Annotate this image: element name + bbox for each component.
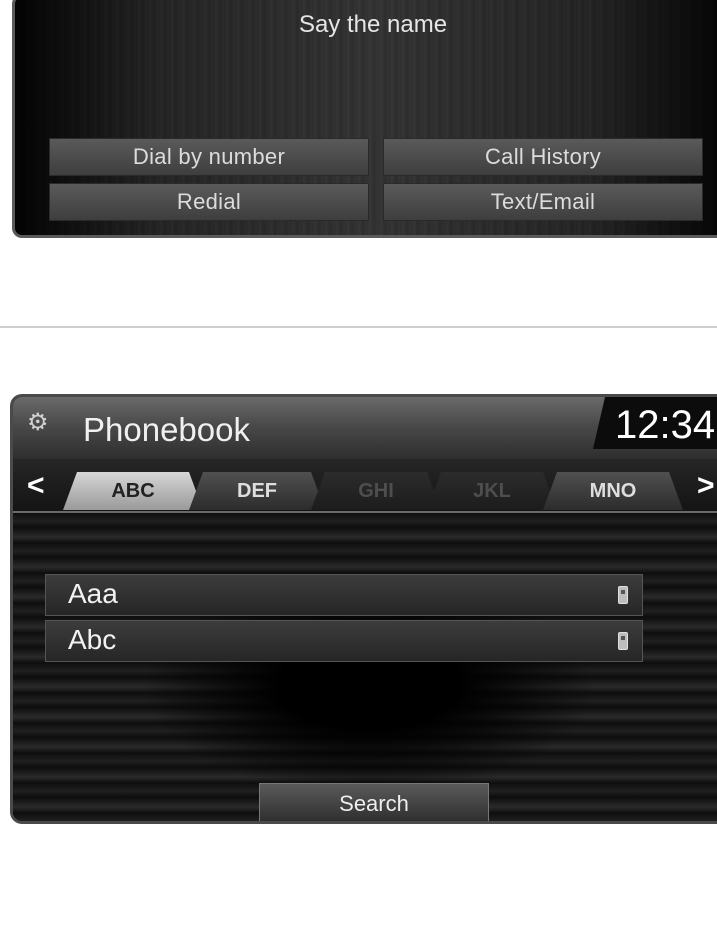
- redial-button[interactable]: Redial: [49, 183, 369, 221]
- tab-jkl: JKL: [427, 472, 557, 510]
- contact-list-area: [13, 513, 717, 821]
- clock: 12:34: [615, 403, 716, 447]
- alphabet-tab-bar: < ABC DEF GHI JKL MNO >: [13, 459, 717, 513]
- page-title: Phonebook: [83, 411, 250, 448]
- list-item-contact[interactable]: Abc: [45, 620, 643, 662]
- contact-name: Abc: [68, 624, 117, 655]
- voice-prompt: Say the name: [298, 11, 448, 38]
- contact-name: Aaa: [68, 578, 118, 609]
- call-history-button[interactable]: Call History: [383, 138, 703, 176]
- voice-command-screen: Say the name Dial by number Call History…: [12, 0, 717, 238]
- phonebook-header: ⚙ Phonebook 12:34: [13, 397, 717, 459]
- tab-mno[interactable]: MNO: [543, 472, 683, 510]
- next-tab-arrow-icon[interactable]: >: [697, 469, 715, 503]
- dial-by-number-button[interactable]: Dial by number: [49, 138, 369, 176]
- tab-ghi: GHI: [311, 472, 441, 510]
- mobile-phone-icon: [618, 586, 628, 604]
- phonebook-screen: ⚙ Phonebook 12:34 < ABC DEF GHI JKL MNO …: [10, 394, 717, 824]
- gear-icon[interactable]: ⚙: [27, 411, 51, 435]
- search-button[interactable]: Search: [259, 783, 489, 821]
- tab-def[interactable]: DEF: [189, 472, 325, 510]
- text-email-button[interactable]: Text/Email: [383, 183, 703, 221]
- section-divider: [0, 326, 717, 328]
- list-item-contact[interactable]: Aaa: [45, 574, 643, 616]
- mobile-phone-icon: [618, 632, 628, 650]
- tab-abc[interactable]: ABC: [63, 472, 203, 510]
- previous-tab-arrow-icon[interactable]: <: [27, 469, 45, 503]
